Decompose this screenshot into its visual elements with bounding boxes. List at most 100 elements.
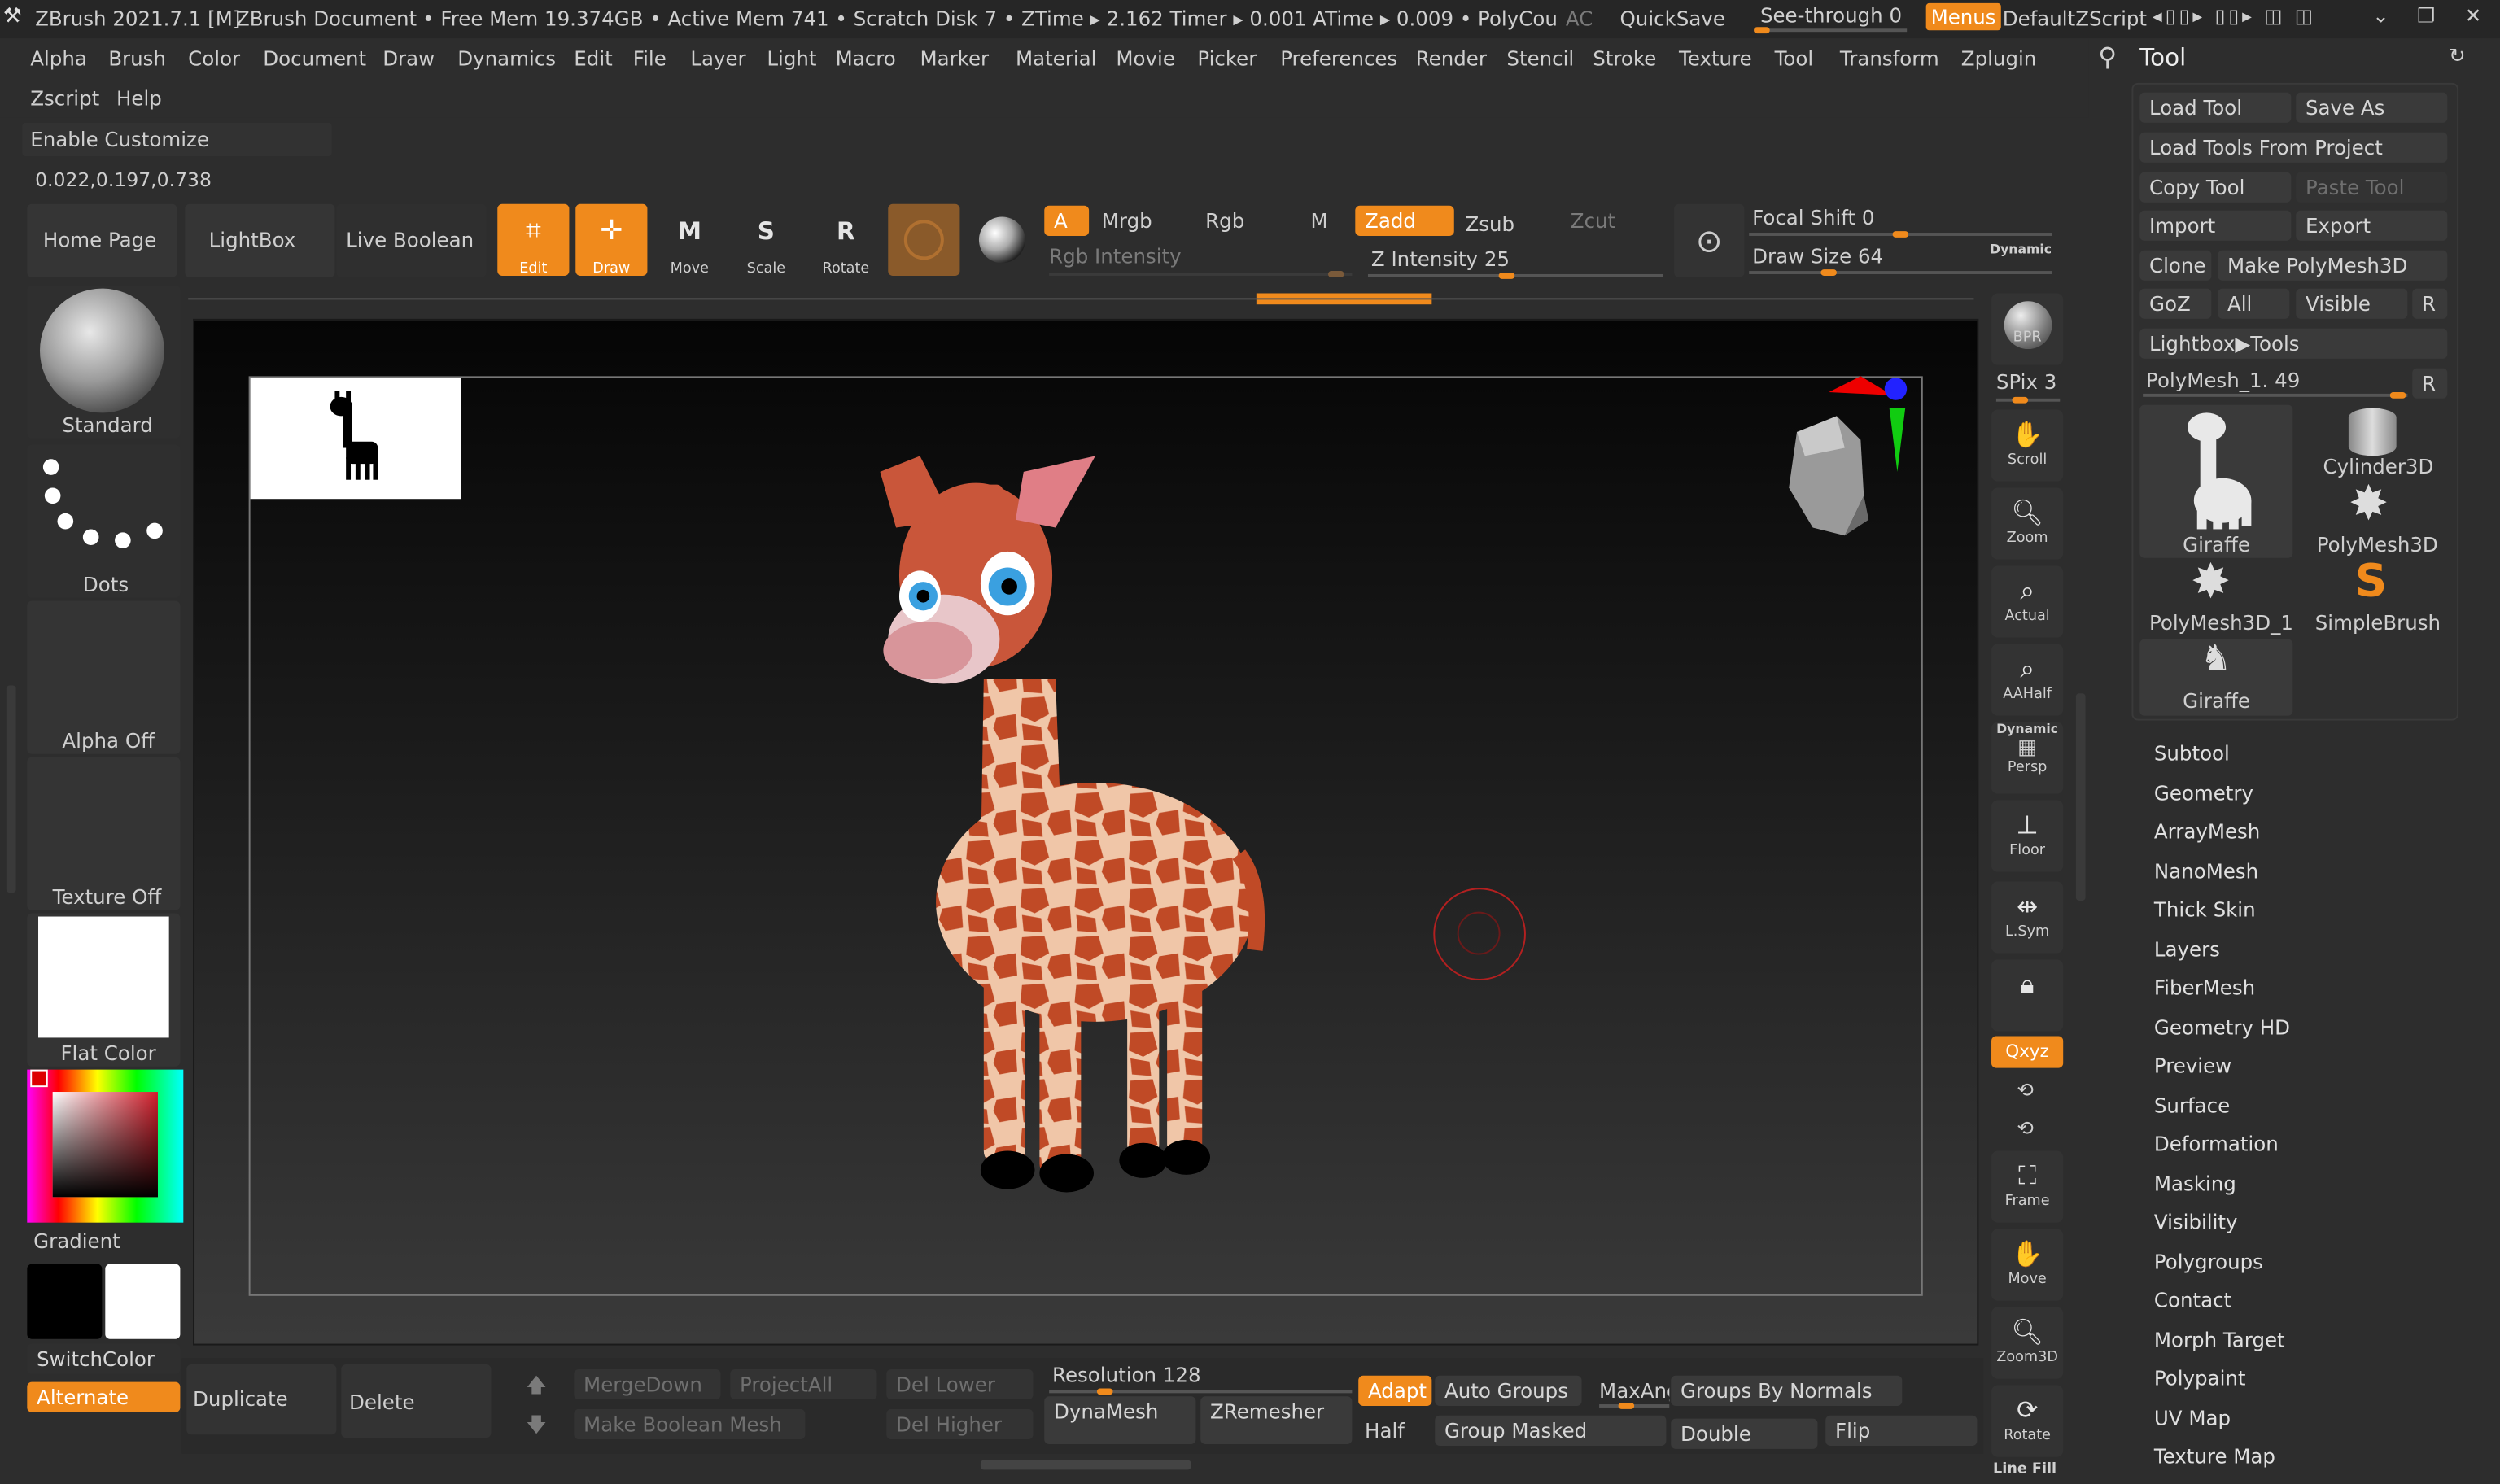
minimize-icon[interactable]: ⌄	[2372, 3, 2389, 27]
spix-knob[interactable]	[2012, 396, 2029, 404]
goz-button[interactable]: GoZ	[2139, 288, 2212, 319]
lightbox-button[interactable]: LightBox	[185, 203, 335, 277]
copy-tool-button[interactable]: Copy Tool	[2139, 172, 2292, 203]
menu-layer[interactable]: Layer	[690, 46, 745, 70]
menu-help[interactable]: Help	[116, 86, 162, 110]
frame-button[interactable]: ⛶ Frame	[1991, 1150, 2064, 1223]
z-intensity-knob[interactable]	[1498, 273, 1515, 279]
tool-thumb-giraffe-main[interactable]: Giraffe	[2139, 404, 2293, 558]
subpalette-layers[interactable]: Layers	[2154, 936, 2220, 960]
paste-tool-button[interactable]: Paste Tool	[2296, 172, 2448, 203]
move-mode-button[interactable]: M Move	[653, 204, 725, 277]
subpalette-arraymesh[interactable]: ArrayMesh	[2154, 819, 2260, 843]
resolution-slider[interactable]: Resolution 128	[1052, 1363, 1201, 1386]
color-picker[interactable]	[27, 1069, 184, 1223]
maxang-track[interactable]	[1599, 1403, 1670, 1409]
brush-slot[interactable]: Standard	[27, 285, 181, 439]
menu-color[interactable]: Color	[188, 46, 240, 70]
subpalette-polygroups[interactable]: Polygroups	[2154, 1249, 2263, 1272]
make-boolean-mesh-button[interactable]: Make Boolean Mesh	[574, 1408, 806, 1440]
projectall-button[interactable]: ProjectAll	[730, 1368, 877, 1400]
scroll-button[interactable]: ✋ Scroll	[1991, 409, 2064, 482]
z-intensity-slider[interactable]: Z Intensity 25	[1371, 247, 1510, 271]
spix-track[interactable]	[1995, 396, 2061, 404]
zoom3d-button[interactable]: 🔍︎ Zoom3D	[1991, 1307, 2064, 1379]
dynamic-size-toggle[interactable]: Dynamic	[1990, 242, 2052, 257]
bottom-shelf-handle[interactable]	[980, 1460, 1191, 1470]
document-canvas[interactable]	[193, 318, 1979, 1346]
rotate-y-icon[interactable]: ⟲	[2017, 1077, 2034, 1101]
seethrough-slider[interactable]: See-through 0	[1760, 3, 1902, 27]
subpalette-geometry-hd[interactable]: Geometry HD	[2154, 1015, 2290, 1038]
save-as-button[interactable]: Save As	[2296, 92, 2448, 123]
maxang-knob[interactable]	[1618, 1403, 1635, 1409]
enable-customize-button[interactable]: Enable Customize	[22, 122, 332, 157]
zcut-toggle[interactable]: Zcut	[1571, 209, 1615, 233]
menu-transform[interactable]: Transform	[1840, 46, 1939, 70]
stroke-slot[interactable]: Dots	[27, 444, 181, 598]
hue-marker-icon[interactable]	[30, 1069, 48, 1088]
duplicate-button[interactable]: Duplicate	[186, 1364, 337, 1435]
menu-dynamics[interactable]: Dynamics	[457, 46, 556, 70]
subpalette-thick-skin[interactable]: Thick Skin	[2154, 897, 2256, 921]
goz-all-button[interactable]: All	[2218, 288, 2290, 319]
lock-button[interactable]: 🔒︎	[1991, 959, 2064, 1032]
mergedown-button[interactable]: MergeDown	[574, 1368, 721, 1400]
maxang-slider[interactable]: MaxAng	[1599, 1379, 1669, 1403]
xyz-rotate-toggle[interactable]: Qxyz	[1991, 1036, 2064, 1068]
left-collapse-handle[interactable]	[6, 685, 16, 893]
focal-shift-track[interactable]	[1749, 231, 2052, 238]
double-button[interactable]: Double	[1671, 1418, 1818, 1449]
goz-r-button[interactable]: R	[2412, 288, 2448, 319]
lsym-button[interactable]: ⇹ L.Sym	[1991, 881, 2064, 954]
bpr-button[interactable]: BPR	[1991, 293, 2064, 365]
orientation-head-gizmo[interactable]	[1749, 376, 1925, 567]
subpalette-subtool[interactable]: Subtool	[2154, 741, 2230, 765]
scale-mode-button[interactable]: S Scale	[730, 204, 802, 277]
color-picker-square[interactable]	[52, 1092, 158, 1198]
tool-panel-pin-icon[interactable]: ⚲	[2098, 41, 2117, 72]
main-color-swatch[interactable]	[105, 1264, 181, 1339]
switchcolor-button[interactable]: SwitchColor	[27, 1343, 181, 1374]
lightbox-tools-button[interactable]: Lightbox▶Tools	[2139, 328, 2448, 359]
subpalette-masking[interactable]: Masking	[2154, 1171, 2236, 1194]
tool-thumb-simplebrush[interactable]: S SimpleBrush	[2297, 555, 2450, 638]
menu-tool[interactable]: Tool	[1775, 46, 1814, 70]
rotate-z-icon[interactable]: ⟲	[2017, 1115, 2034, 1139]
polymesh-track[interactable]	[2143, 391, 2408, 399]
layout-icons[interactable]: ◂▯▯▸ ▯▯▸ ◫ ◫	[2153, 5, 2316, 27]
menu-movie[interactable]: Movie	[1116, 46, 1174, 70]
move-up-icon[interactable]: 🡅	[527, 1371, 547, 1404]
clone-button[interactable]: Clone	[2139, 250, 2212, 281]
polymesh-r-button[interactable]: R	[2412, 368, 2448, 399]
menu-picker[interactable]: Picker	[1197, 46, 1257, 70]
matcap-sphere-button[interactable]	[966, 204, 1038, 276]
export-button[interactable]: Export	[2296, 210, 2448, 241]
import-button[interactable]: Import	[2139, 210, 2292, 241]
tool-thumb-cylinder3d[interactable]: Cylinder3D	[2297, 405, 2450, 482]
quicksave-button[interactable]: QuickSave	[1620, 7, 1725, 30]
subpalette-nanomesh[interactable]: NanoMesh	[2154, 858, 2258, 882]
load-tools-from-project-button[interactable]: Load Tools From Project	[2139, 132, 2448, 163]
zsub-toggle[interactable]: Zsub	[1465, 212, 1514, 236]
focal-shift-knob[interactable]	[1892, 231, 1909, 238]
spix-slider[interactable]: SPix 3	[1996, 370, 2056, 394]
groups-by-normals-button[interactable]: Groups By Normals	[1671, 1375, 1903, 1407]
auto-groups-button[interactable]: Auto Groups	[1435, 1375, 1582, 1407]
menu-texture[interactable]: Texture	[1679, 46, 1752, 70]
polymesh-knob[interactable]	[2389, 391, 2406, 399]
z-intensity-track[interactable]	[1367, 273, 1663, 279]
subpalette-surface[interactable]: Surface	[2154, 1093, 2230, 1116]
right-collapse-handle[interactable]	[2075, 693, 2086, 901]
focal-shift-slider[interactable]: Focal Shift 0	[1752, 206, 1874, 229]
floor-button[interactable]: ⊥ Floor	[1991, 800, 2064, 872]
alpha-slot[interactable]: Alpha Off	[27, 600, 181, 754]
subpalette-contact[interactable]: Contact	[2154, 1288, 2231, 1312]
menu-draw[interactable]: Draw	[382, 46, 435, 70]
tool-thumb-polymesh3d[interactable]: ✸ PolyMesh3D	[2297, 477, 2450, 560]
menu-light[interactable]: Light	[767, 46, 816, 70]
subpalette-texture-map[interactable]: Texture Map	[2154, 1444, 2275, 1468]
material-sphere-button[interactable]	[888, 203, 960, 276]
live-boolean-button[interactable]: Live Boolean	[336, 203, 487, 277]
texture-slot[interactable]: Texture Off	[27, 757, 181, 910]
